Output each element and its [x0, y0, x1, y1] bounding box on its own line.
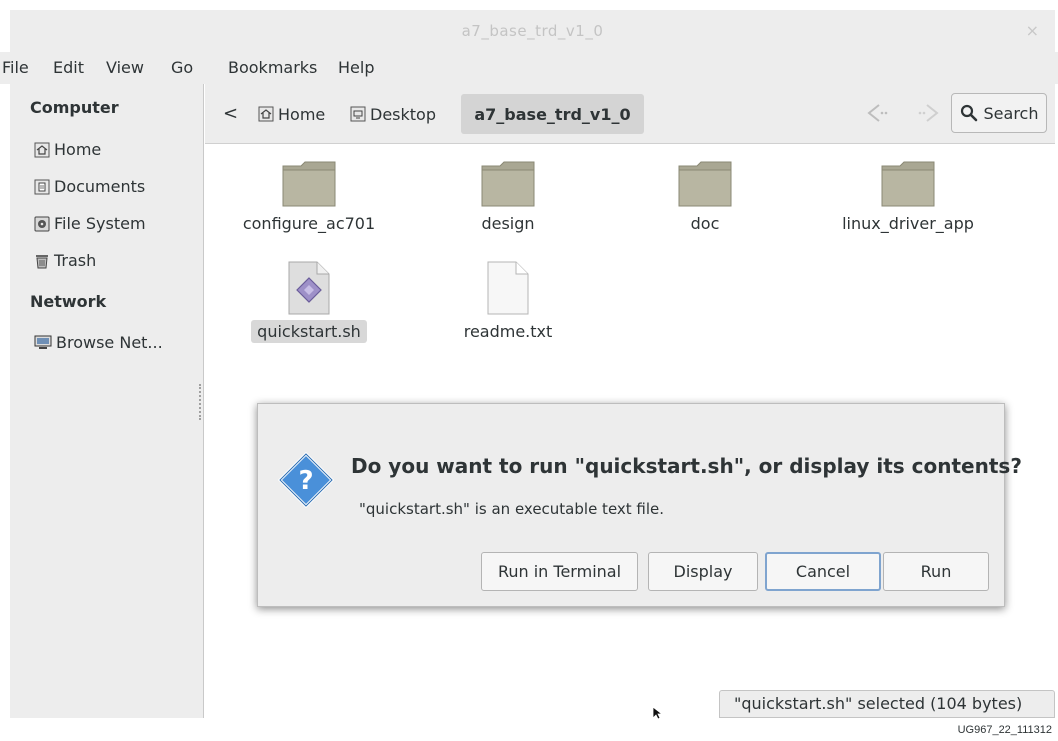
- mouse-cursor-icon: [652, 706, 664, 720]
- menu-edit[interactable]: Edit: [53, 58, 84, 77]
- documents-icon: [34, 179, 50, 194]
- crumb-label: Desktop: [370, 104, 436, 124]
- folder-icon: [881, 161, 935, 207]
- sidebar-item-browse-network[interactable]: Browse Net...: [34, 333, 163, 352]
- file-name: design: [481, 214, 535, 233]
- drive-icon: [34, 216, 50, 231]
- menu-view[interactable]: View: [106, 58, 144, 77]
- sidebar-item-documents[interactable]: Documents: [34, 177, 145, 196]
- menu-go[interactable]: Go: [171, 58, 193, 77]
- status-bar: "quickstart.sh" selected (104 bytes): [719, 690, 1055, 718]
- sidebar-item-label: Documents: [54, 177, 146, 196]
- crumb-current-folder[interactable]: a7_base_trd_v1_0: [461, 94, 644, 134]
- back-button[interactable]: <: [223, 103, 238, 124]
- window-title: a7_base_trd_v1_0: [461, 22, 604, 40]
- file-item-script[interactable]: quickstart.sh: [219, 260, 399, 343]
- menu-file[interactable]: File: [2, 58, 29, 77]
- run-button[interactable]: Run: [883, 552, 989, 591]
- folder-icon: [282, 161, 336, 207]
- desktop-icon: [350, 106, 366, 122]
- sidebar-item-trash[interactable]: Trash: [34, 251, 96, 270]
- figure-id: UG967_22_111312: [957, 724, 1052, 736]
- crumb-label: Home: [278, 104, 326, 124]
- sidebar-item-label: Browse Net...: [56, 333, 163, 352]
- file-name: quickstart.sh: [251, 320, 367, 343]
- sidebar-header-network: Network: [30, 292, 107, 311]
- sidebar-item-label: Home: [54, 140, 102, 159]
- home-icon: [258, 106, 274, 122]
- svg-text:?: ?: [298, 466, 313, 496]
- text-file-icon: [487, 261, 529, 315]
- nav-back-arrow-icon[interactable]: [865, 102, 891, 124]
- cancel-button[interactable]: Cancel: [765, 552, 881, 591]
- run-or-display-dialog: ? Do you want to run "quickstart.sh", or…: [257, 403, 1022, 607]
- menu-bookmarks[interactable]: Bookmarks: [228, 58, 317, 77]
- script-file-icon: [288, 261, 330, 315]
- menu-help[interactable]: Help: [338, 58, 374, 77]
- close-icon[interactable]: ×: [1026, 21, 1039, 40]
- home-icon: [34, 142, 50, 157]
- file-item-folder[interactable]: doc: [615, 160, 795, 235]
- pane-resize-handle[interactable]: [199, 384, 201, 420]
- search-button[interactable]: Search: [951, 93, 1047, 133]
- sidebar-item-file-system[interactable]: File System: [34, 214, 146, 233]
- file-name: linux_driver_app: [842, 214, 974, 233]
- dialog-message: "quickstart.sh" is an executable text fi…: [359, 500, 665, 518]
- sidebar-item-home[interactable]: Home: [34, 140, 101, 159]
- run-in-terminal-button[interactable]: Run in Terminal: [481, 552, 638, 591]
- title-bar: a7_base_trd_v1_0 ×: [10, 10, 1055, 52]
- file-item-folder[interactable]: linux_driver_app: [813, 160, 1003, 235]
- sidebar-item-label: File System: [54, 214, 146, 233]
- menu-bar: File Edit View Go Bookmarks Help: [0, 52, 1058, 84]
- file-name: doc: [690, 214, 720, 233]
- display-button[interactable]: Display: [648, 552, 758, 591]
- trash-icon: [36, 254, 48, 268]
- path-bar: < Home Desktop a7_base_trd_v1_0 Search: [205, 84, 1055, 144]
- folder-icon: [481, 161, 535, 207]
- folder-icon: [678, 161, 732, 207]
- file-name: readme.txt: [463, 322, 553, 341]
- crumb-home[interactable]: Home: [250, 94, 333, 134]
- nav-forward-arrow-icon[interactable]: [915, 102, 941, 124]
- file-item-folder[interactable]: configure_ac701: [219, 160, 399, 235]
- file-name: configure_ac701: [242, 214, 376, 233]
- crumb-desktop[interactable]: Desktop: [342, 94, 444, 134]
- sidebar-item-label: Trash: [54, 251, 97, 270]
- network-icon: [34, 335, 52, 349]
- crumb-label: a7_base_trd_v1_0: [474, 104, 631, 124]
- sidebar: Computer Home Documents File System Tras…: [10, 84, 204, 718]
- sidebar-header-computer: Computer: [30, 98, 119, 117]
- question-icon: ?: [277, 451, 335, 509]
- search-icon: [960, 104, 977, 122]
- search-label: Search: [983, 103, 1039, 123]
- dialog-heading: Do you want to run "quickstart.sh", or d…: [351, 454, 1022, 478]
- file-item-text[interactable]: readme.txt: [418, 260, 598, 343]
- file-item-folder[interactable]: design: [418, 160, 598, 235]
